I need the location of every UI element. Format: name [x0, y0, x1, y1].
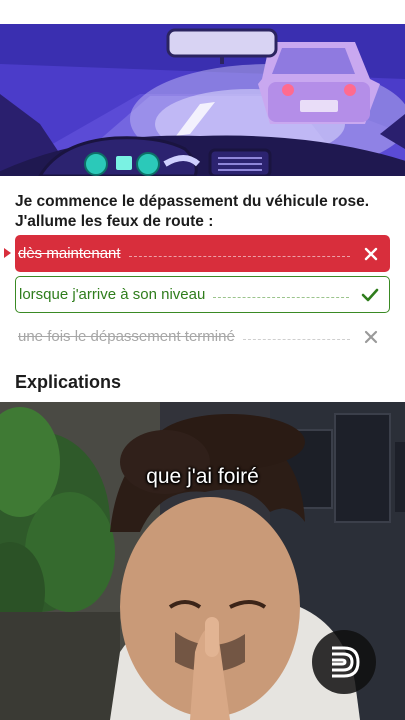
explications-heading: Explications: [15, 372, 122, 392]
answer-option-2-label: lorsque j'arrive à son niveau: [19, 286, 206, 303]
video-subtitle: que j'ai foiré: [146, 465, 259, 488]
driving-illustration: [0, 24, 405, 176]
answer-option-1-label: dès maintenant: [18, 245, 121, 262]
answer-dotted-leader: [242, 339, 350, 340]
question-line-1: Je commence le dépassement du véhicule r…: [15, 193, 370, 210]
cross-icon: [360, 247, 382, 261]
quiz-card: Je commence le dépassement du véhicule r…: [0, 0, 405, 402]
answer-option-3[interactable]: une fois le dépassement terminé: [15, 318, 390, 355]
video-player[interactable]: [0, 402, 405, 720]
answer-dotted-leader: [213, 297, 349, 298]
check-icon: [359, 288, 381, 302]
cross-icon: [360, 330, 382, 344]
answer-dotted-leader: [128, 256, 350, 257]
brand-d-logo-icon: [312, 630, 376, 694]
selected-answer-pointer-icon: [4, 248, 11, 258]
question-text: Je commence le dépassement du véhicule r…: [15, 192, 390, 232]
question-line-2: J'allume les feux de route :: [15, 213, 214, 230]
top-strip: [0, 0, 405, 24]
answer-option-2[interactable]: lorsque j'arrive à son niveau: [15, 276, 390, 313]
answer-option-3-label: une fois le dépassement terminé: [18, 328, 235, 345]
answer-option-1[interactable]: dès maintenant: [15, 235, 390, 272]
